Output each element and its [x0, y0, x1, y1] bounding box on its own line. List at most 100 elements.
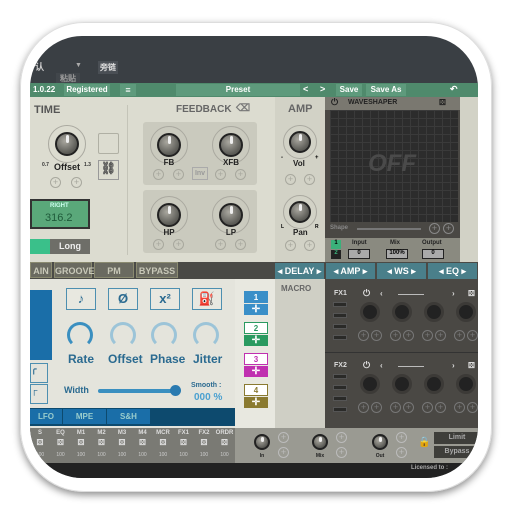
mod-add-icon[interactable]: +	[454, 330, 465, 341]
dice-icon[interactable]: ⚄	[153, 438, 173, 447]
mix-knob[interactable]	[312, 434, 328, 450]
matrix-value[interactable]: 100	[51, 452, 71, 458]
mod-add-icon[interactable]: +	[71, 177, 82, 188]
slot-1-button[interactable]: 1	[331, 240, 341, 249]
tab-amp[interactable]: ◂ AMP ▸	[326, 263, 375, 279]
next-icon[interactable]: ›	[452, 361, 455, 370]
power-icon[interactable]: ⏻	[331, 97, 338, 108]
mod-add-icon[interactable]: +	[454, 402, 465, 413]
prev-icon[interactable]: ‹	[380, 361, 383, 370]
fx-slot-button[interactable]	[333, 407, 347, 412]
width-slider-handle[interactable]	[170, 385, 181, 396]
offset-knob[interactable]	[110, 322, 136, 348]
toolbar-sidechain[interactable]: 旁链	[98, 61, 118, 74]
mod-add-icon[interactable]: +	[429, 223, 440, 234]
dice-icon[interactable]: ⚄	[71, 438, 91, 447]
mod-add-icon[interactable]: +	[50, 177, 61, 188]
sync-toggle[interactable]	[98, 133, 119, 154]
macro-add-icon[interactable]: ✛	[244, 366, 268, 377]
mod-add-icon[interactable]: +	[304, 240, 315, 251]
matrix-value[interactable]: 100	[92, 452, 112, 458]
fb-knob[interactable]	[157, 133, 181, 157]
dice-icon[interactable]: ⚄	[133, 438, 153, 447]
lock-icon[interactable]: 🔒	[418, 437, 430, 448]
matrix-value[interactable]: 100	[153, 452, 173, 458]
xfb-knob[interactable]	[219, 133, 243, 157]
mod-add-icon[interactable]: +	[278, 432, 289, 443]
dice-icon[interactable]: ⚄	[468, 361, 475, 370]
registered-button[interactable]: Registered	[64, 84, 110, 96]
mod-add-icon[interactable]: +	[403, 402, 414, 413]
macro-add-icon[interactable]: ✛	[244, 397, 268, 408]
invert-button[interactable]: Inv	[192, 167, 208, 180]
macro-slot-1[interactable]: 1	[244, 291, 268, 303]
fx-knob[interactable]	[360, 374, 380, 394]
dice-icon[interactable]: ⚄	[51, 438, 71, 447]
tab-bypass[interactable]: BYPASS	[136, 262, 178, 278]
mod-add-icon[interactable]: +	[153, 239, 164, 250]
fx-knob[interactable]	[392, 374, 412, 394]
mod-add-icon[interactable]: +	[422, 330, 433, 341]
save-as-button[interactable]: Save As	[366, 84, 406, 96]
dice-icon[interactable]: ⚄	[439, 98, 446, 107]
rate-knob[interactable]	[67, 322, 93, 348]
eraser-icon[interactable]: ⌫	[236, 103, 250, 114]
mod-add-icon[interactable]: +	[235, 239, 246, 250]
pan-knob[interactable]	[289, 201, 311, 223]
limit-button[interactable]: Limit	[434, 432, 478, 444]
toolbar-item[interactable]: 认	[35, 60, 44, 73]
tab-sh[interactable]: S&H	[107, 409, 150, 424]
fx-knob[interactable]	[360, 302, 380, 322]
fx-slot-button[interactable]	[333, 374, 347, 379]
dice-icon[interactable]: ⚄	[30, 438, 50, 447]
mod-add-icon[interactable]: +	[371, 402, 382, 413]
fx-knob[interactable]	[456, 374, 476, 394]
tab-eq[interactable]: ◂ EQ ▸	[428, 263, 477, 279]
offset-knob[interactable]	[55, 132, 79, 156]
mod-add-icon[interactable]: +	[235, 169, 246, 180]
square-icon[interactable]: x²	[150, 288, 180, 310]
mod-add-icon[interactable]: +	[396, 447, 407, 458]
mod-add-icon[interactable]: +	[358, 330, 369, 341]
matrix-value[interactable]: 100	[71, 452, 91, 458]
curve-icon[interactable]: ╭	[30, 363, 48, 383]
vol-knob[interactable]	[289, 131, 311, 153]
mod-add-icon[interactable]: +	[285, 240, 296, 251]
dropdown-arrow-icon[interactable]: ▼	[75, 62, 82, 69]
mod-add-icon[interactable]: +	[422, 402, 433, 413]
dice-icon[interactable]: ⚄	[468, 289, 475, 298]
tab-ws[interactable]: ◂ WS ▸	[377, 263, 426, 279]
output-field[interactable]: 0	[422, 249, 444, 259]
mod-add-icon[interactable]: +	[403, 330, 414, 341]
tab-pm[interactable]: PM	[94, 262, 134, 278]
macro-slot-2[interactable]: 2	[244, 322, 268, 334]
matrix-value[interactable]: 100	[194, 452, 214, 458]
fx-slot-button[interactable]	[333, 313, 347, 318]
fx-selector[interactable]	[398, 366, 424, 367]
hamburger-icon[interactable]: ≡	[120, 84, 136, 96]
fx-slot-button[interactable]	[333, 335, 347, 340]
slot-2-button[interactable]: 2	[331, 250, 341, 259]
macro-add-icon[interactable]: ✛	[244, 335, 268, 346]
phase-knob[interactable]	[151, 322, 177, 348]
fx-slot-button[interactable]	[333, 302, 347, 307]
dice-icon[interactable]: ⚄	[112, 438, 132, 447]
fx-slot-button[interactable]	[333, 324, 347, 329]
mod-add-icon[interactable]: +	[467, 330, 478, 341]
long-mode-button[interactable]: Long	[50, 239, 90, 254]
dice-icon[interactable]: ⚄	[215, 438, 235, 447]
hp-knob[interactable]	[157, 203, 181, 227]
tab-delay[interactable]: ◂ DELAY ▸	[275, 263, 324, 279]
mix-field[interactable]: 100%	[386, 249, 408, 259]
in-knob[interactable]	[254, 434, 270, 450]
metronome-icon[interactable]: ♪	[66, 288, 96, 310]
mod-add-icon[interactable]: +	[153, 169, 164, 180]
phase-icon[interactable]: Ø	[108, 288, 138, 310]
matrix-value[interactable]: 100	[174, 452, 194, 458]
mod-add-icon[interactable]: +	[173, 239, 184, 250]
next-icon[interactable]: ›	[452, 289, 455, 298]
next-preset-button[interactable]: >	[320, 84, 325, 94]
dice-icon[interactable]: ⚄	[92, 438, 112, 447]
width-slider[interactable]	[98, 389, 178, 393]
mod-add-icon[interactable]: +	[173, 169, 184, 180]
